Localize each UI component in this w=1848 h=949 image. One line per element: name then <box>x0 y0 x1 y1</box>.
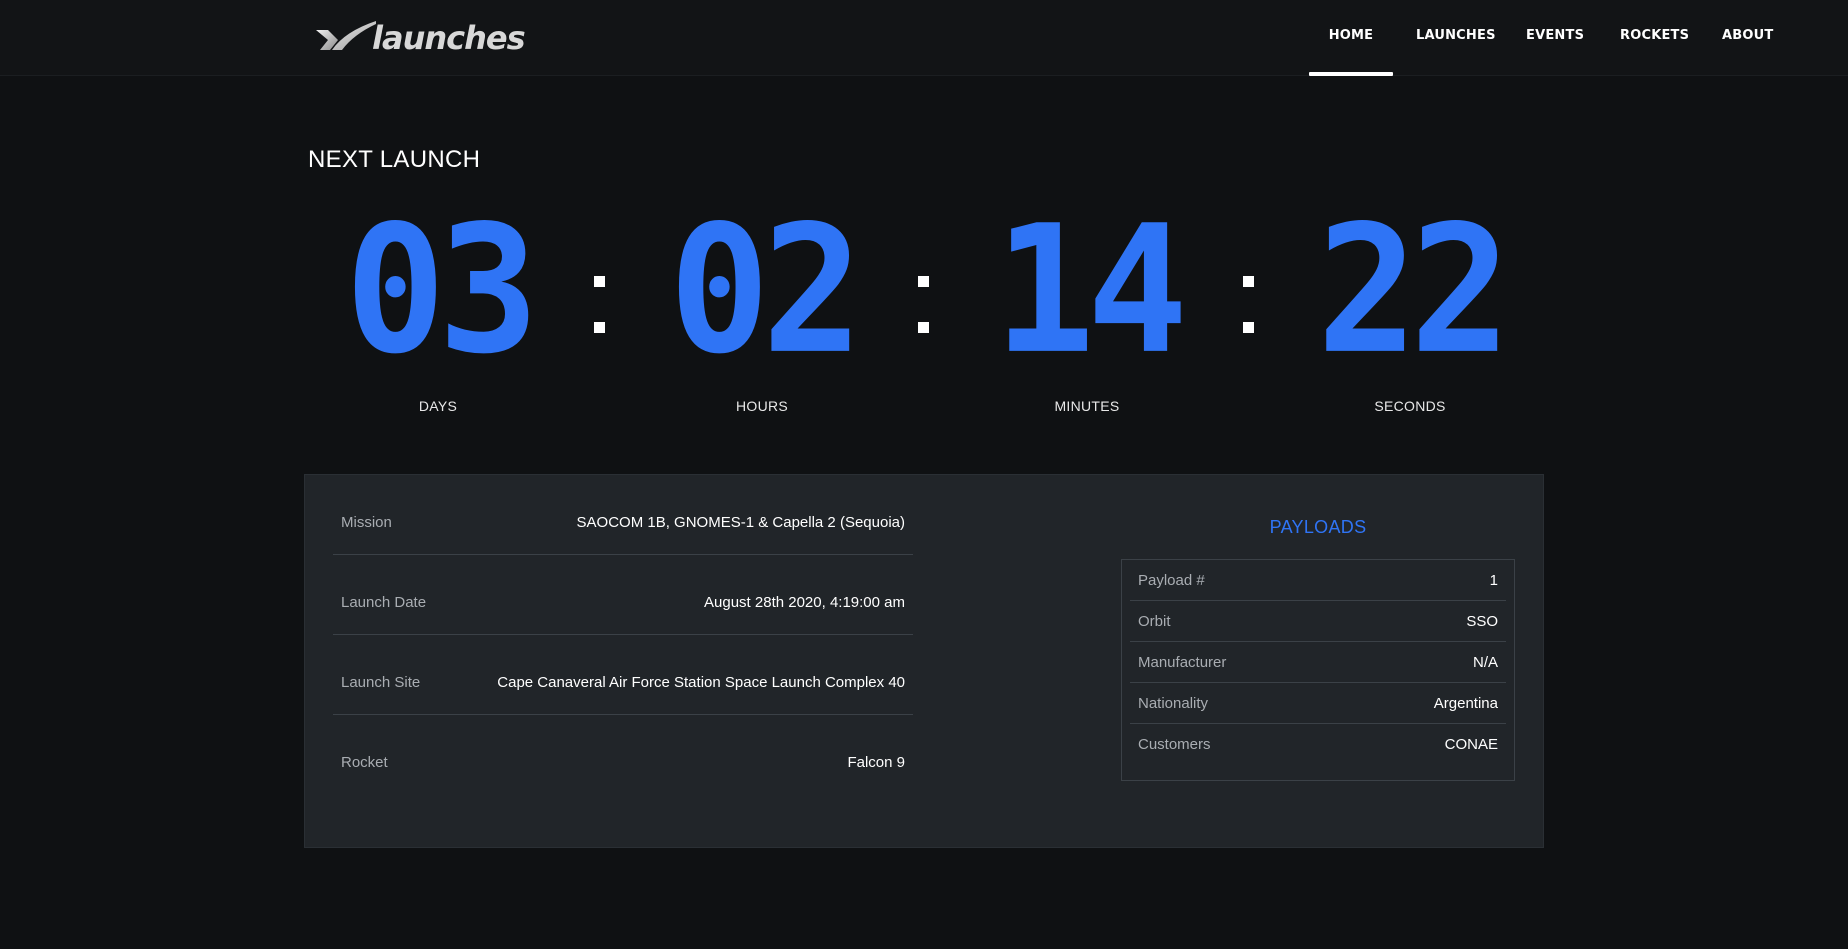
launch-info-list: Mission SAOCOM 1B, GNOMES-1 & Capella 2 … <box>333 475 913 795</box>
payload-label: Payload # <box>1138 572 1205 589</box>
days-label: DAYS <box>418 398 458 414</box>
countdown-days: 03 DAYS <box>308 202 568 414</box>
info-row-launch-date: Launch Date August 28th 2020, 4:19:00 am <box>333 555 913 635</box>
info-label: Rocket <box>341 754 388 771</box>
payload-value: 1 <box>1489 572 1498 589</box>
site-logo[interactable]: launches <box>312 10 532 60</box>
payload-row: Nationality Argentina <box>1130 683 1506 724</box>
info-row-mission: Mission SAOCOM 1B, GNOMES-1 & Capella 2 … <box>333 475 913 555</box>
payload-label: Customers <box>1138 736 1211 753</box>
info-label: Mission <box>341 514 392 531</box>
nav-rockets[interactable]: ROCKETS <box>1620 0 1689 76</box>
seconds-label: SECONDS <box>1374 398 1446 414</box>
nav-events[interactable]: EVENTS <box>1526 0 1584 76</box>
minutes-label: MINUTES <box>1054 398 1120 414</box>
countdown-hours: 02 HOURS <box>632 202 892 414</box>
nav-about[interactable]: ABOUT <box>1722 0 1773 76</box>
seconds-value: 22 <box>1316 187 1511 393</box>
countdown-separator <box>918 276 930 336</box>
countdown-separator <box>1243 276 1255 336</box>
next-launch-title: NEXT LAUNCH <box>308 146 481 173</box>
hours-value: 02 <box>668 187 863 393</box>
days-value: 03 <box>344 187 539 393</box>
top-navbar: launches HOME LAUNCHES EVENTS ROCKETS AB… <box>0 0 1848 76</box>
payload-row: Manufacturer N/A <box>1130 642 1506 683</box>
nav-launches[interactable]: LAUNCHES <box>1416 0 1495 76</box>
info-value: Cape Canaveral Air Force Station Space L… <box>497 674 905 691</box>
minutes-value: 14 <box>993 187 1188 393</box>
info-value: Falcon 9 <box>847 754 905 771</box>
x-swoosh-logo-icon <box>312 10 404 60</box>
payload-value: N/A <box>1472 654 1498 671</box>
hours-label: HOURS <box>735 398 789 414</box>
launch-details-panel: Mission SAOCOM 1B, GNOMES-1 & Capella 2 … <box>304 474 1544 848</box>
payload-row: Orbit SSO <box>1130 601 1506 642</box>
payloads-table: Payload # 1 Orbit SSO Manufacturer N/A N… <box>1121 559 1515 781</box>
payload-row: Payload # 1 <box>1130 560 1506 601</box>
payloads-title: PAYLOADS <box>1269 517 1367 537</box>
payload-label: Manufacturer <box>1138 654 1227 671</box>
info-label: Launch Site <box>341 674 421 691</box>
payload-value: Argentina <box>1433 695 1498 712</box>
info-row-launch-site: Launch Site Cape Canaveral Air Force Sta… <box>333 635 913 715</box>
countdown-separator <box>594 276 606 336</box>
main-nav: HOME LAUNCHES EVENTS ROCKETS ABOUT <box>1048 0 1848 76</box>
payload-label: Orbit <box>1138 613 1171 630</box>
payload-value: SSO <box>1466 613 1498 630</box>
countdown-minutes: 14 MINUTES <box>957 202 1217 414</box>
countdown-seconds: 22 SECONDS <box>1280 202 1540 414</box>
info-row-rocket: Rocket Falcon 9 <box>333 715 913 795</box>
logo-wordmark: launches <box>372 19 526 57</box>
info-value: SAOCOM 1B, GNOMES-1 & Capella 2 (Sequoia… <box>576 514 905 531</box>
info-label: Launch Date <box>341 594 427 611</box>
payload-value: CONAE <box>1444 736 1498 753</box>
nav-home[interactable]: HOME <box>1309 0 1393 76</box>
countdown-timer: 03 DAYS 02 HOURS 14 MINUTES 22 SECONDS <box>308 202 1540 420</box>
payload-row: Customers CONAE <box>1130 724 1506 765</box>
payload-label: Nationality <box>1138 695 1209 712</box>
info-value: August 28th 2020, 4:19:00 am <box>704 594 905 611</box>
